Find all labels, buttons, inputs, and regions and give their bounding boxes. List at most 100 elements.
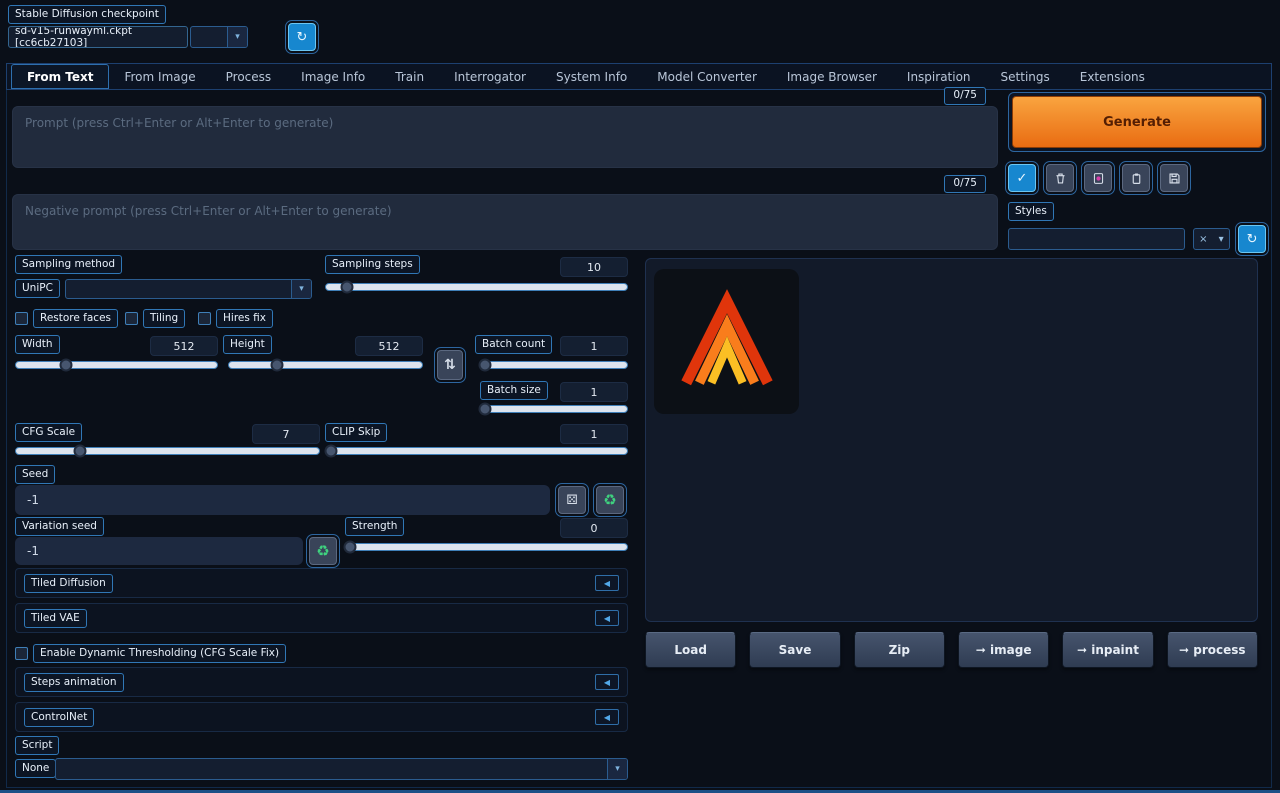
refresh-checkpoints-button[interactable]: ↻	[288, 23, 316, 51]
app-window: Stable Diffusion checkpoint sd-v15-runwa…	[0, 0, 1280, 793]
clear-icon[interactable]: ×	[1199, 234, 1207, 245]
tab-inspiration[interactable]: Inspiration	[892, 64, 986, 89]
accordion-arrow-icon[interactable]: ◀	[595, 575, 619, 591]
slider-handle[interactable]	[341, 281, 354, 294]
strength-slider[interactable]	[345, 543, 628, 551]
save-button[interactable]: Save	[749, 632, 840, 668]
clip-skip-label: CLIP Skip	[325, 423, 387, 442]
height-value[interactable]: 512	[355, 336, 423, 356]
checkpoint-select[interactable]: sd-v15-runwayml.ckpt [cc6cb27103]	[8, 26, 188, 48]
seed-input[interactable]	[15, 485, 550, 515]
check-icon: ✓	[1017, 171, 1028, 186]
random-seed-button[interactable]: ⚄	[558, 486, 586, 514]
slider-handle[interactable]	[325, 445, 338, 458]
tiling-label: Tiling	[143, 309, 185, 328]
sampling-method-label: Sampling method	[15, 255, 122, 274]
checkpoint-sub-select[interactable]: ▾	[190, 26, 248, 48]
dice-icon: ⚄	[566, 493, 577, 508]
negative-prompt-input[interactable]	[12, 194, 998, 250]
tiling-checkbox[interactable]	[125, 312, 138, 325]
accordion-tiled-diffusion[interactable]: Tiled Diffusion ◀	[15, 568, 628, 598]
batch-count-value[interactable]: 1	[560, 336, 628, 356]
tab-system-info[interactable]: System Info	[541, 64, 642, 89]
sampling-method-select[interactable]: ▾	[65, 279, 312, 299]
accordion-steps-animation[interactable]: Steps animation ◀	[15, 667, 628, 697]
tab-model-converter[interactable]: Model Converter	[642, 64, 772, 89]
send-to-inpaint-button[interactable]: ➞ inpaint	[1062, 632, 1153, 668]
tiled-vae-label: Tiled VAE	[24, 609, 87, 628]
accordion-arrow-icon[interactable]: ◀	[595, 709, 619, 725]
restore-faces-checkbox[interactable]	[15, 312, 28, 325]
hires-fix-label: Hires fix	[216, 309, 273, 328]
seed-label: Seed	[15, 465, 55, 484]
send-to-process-button[interactable]: ➞ process	[1167, 632, 1258, 668]
apply-styles-button[interactable]	[1122, 164, 1150, 192]
trash-icon	[1054, 172, 1067, 185]
tab-image-browser[interactable]: Image Browser	[772, 64, 892, 89]
send-to-image-button[interactable]: ➞ image	[958, 632, 1049, 668]
tiled-diffusion-label: Tiled Diffusion	[24, 574, 113, 593]
sampling-steps-slider[interactable]	[325, 283, 628, 291]
styles-select[interactable]	[1008, 228, 1185, 250]
accordion-arrow-icon[interactable]: ◀	[595, 674, 619, 690]
output-buttons-row: Load Save Zip ➞ image ➞ inpaint ➞ proces…	[645, 632, 1258, 668]
batch-count-slider[interactable]	[480, 361, 628, 369]
clip-skip-value[interactable]: 1	[560, 424, 628, 444]
batch-size-slider[interactable]	[480, 405, 628, 413]
reuse-seed-button[interactable]: ♻	[596, 486, 624, 514]
width-value[interactable]: 512	[150, 336, 218, 356]
batch-size-value[interactable]: 1	[560, 382, 628, 402]
zip-button[interactable]: Zip	[854, 632, 945, 668]
dynamic-thresholding-checkbox[interactable]	[15, 647, 28, 660]
clip-skip-slider[interactable]	[325, 447, 628, 455]
slider-handle[interactable]	[344, 541, 357, 554]
accordion-arrow-icon[interactable]: ◀	[595, 610, 619, 626]
recycle-icon: ♻	[316, 542, 329, 560]
variation-seed-input[interactable]	[15, 537, 303, 565]
accordion-tiled-vae[interactable]: Tiled VAE ◀	[15, 603, 628, 633]
tab-from-image[interactable]: From Image	[109, 64, 210, 89]
tab-image-info[interactable]: Image Info	[286, 64, 380, 89]
variation-seed-label: Variation seed	[15, 517, 104, 536]
swap-icon: ⇅	[444, 357, 456, 373]
slider-handle[interactable]	[271, 359, 284, 372]
cfg-scale-value[interactable]: 7	[252, 424, 320, 444]
tab-from-text[interactable]: From Text	[11, 64, 109, 89]
swap-dimensions-button[interactable]: ⇅	[437, 350, 463, 380]
chevron-down-icon[interactable]: ▾	[291, 280, 311, 298]
hires-fix-checkbox[interactable]	[198, 312, 211, 325]
settings-panel: Sampling method Sampling steps 10 UniPC …	[15, 255, 628, 785]
styles-row: × ▾ ↻	[1008, 225, 1266, 253]
paste-params-button[interactable]: ✓	[1008, 164, 1036, 192]
slider-handle[interactable]	[479, 359, 492, 372]
chevron-down-icon[interactable]: ▾	[227, 27, 247, 47]
tab-settings[interactable]: Settings	[986, 64, 1065, 89]
slider-handle[interactable]	[73, 445, 86, 458]
refresh-styles-button[interactable]: ↻	[1238, 225, 1266, 253]
accordion-controlnet[interactable]: ControlNet ◀	[15, 702, 628, 732]
reuse-variation-seed-button[interactable]: ♻	[309, 537, 337, 565]
slider-handle[interactable]	[479, 403, 492, 416]
script-select[interactable]: ▾	[55, 758, 628, 780]
clear-prompt-button[interactable]	[1046, 164, 1074, 192]
load-button[interactable]: Load	[645, 632, 736, 668]
extra-networks-button[interactable]	[1084, 164, 1112, 192]
tab-train[interactable]: Train	[380, 64, 439, 89]
prompt-input[interactable]	[12, 106, 998, 168]
tab-extensions[interactable]: Extensions	[1065, 64, 1160, 89]
height-slider[interactable]	[228, 361, 423, 369]
tab-interrogator[interactable]: Interrogator	[439, 64, 541, 89]
generate-button[interactable]: Generate	[1012, 96, 1262, 148]
chevron-down-icon[interactable]: ▾	[607, 759, 627, 779]
strength-value[interactable]: 0	[560, 518, 628, 538]
save-style-button[interactable]	[1160, 164, 1188, 192]
sampling-steps-label: Sampling steps	[325, 255, 420, 274]
chevron-down-icon[interactable]: ▾	[1219, 234, 1224, 245]
sampling-steps-value[interactable]: 10	[560, 257, 628, 277]
cfg-scale-slider[interactable]	[15, 447, 320, 455]
tab-process[interactable]: Process	[211, 64, 287, 89]
styles-clear-caret[interactable]: × ▾	[1193, 228, 1231, 250]
width-slider[interactable]	[15, 361, 218, 369]
card-icon	[1092, 172, 1105, 185]
slider-handle[interactable]	[60, 359, 73, 372]
